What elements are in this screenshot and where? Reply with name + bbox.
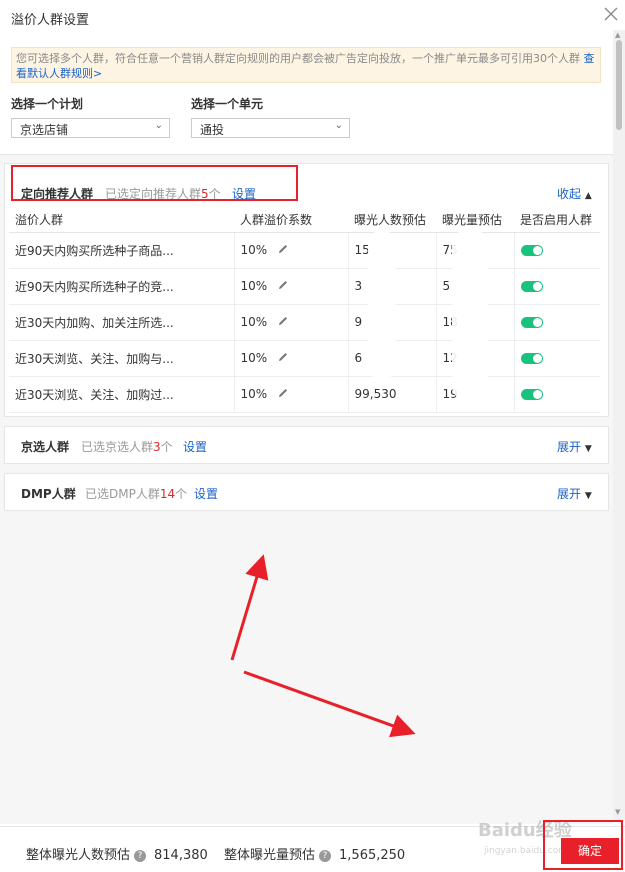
total-views-estimate: 整体曝光量预估? 1,565,250 [224,848,406,863]
total-people-estimate: 整体曝光人数预估? 814,380 [26,848,208,863]
arrow-up-annotation [230,554,269,661]
help-icon[interactable]: ? [134,849,147,862]
total-people-value: 814,380 [154,848,208,863]
arrow-down-annotation [243,670,416,738]
total-views-value: 1,565,250 [339,848,406,863]
help-icon[interactable]: ? [319,849,332,862]
annotation-arrows [230,554,416,738]
crowd-premium-dialog: 溢价人群设置 您可选择多个人群，符合任意一个营销人群定向规则的用户都会被广告定向… [0,0,625,872]
confirm-button[interactable]: 确定 [561,838,619,864]
